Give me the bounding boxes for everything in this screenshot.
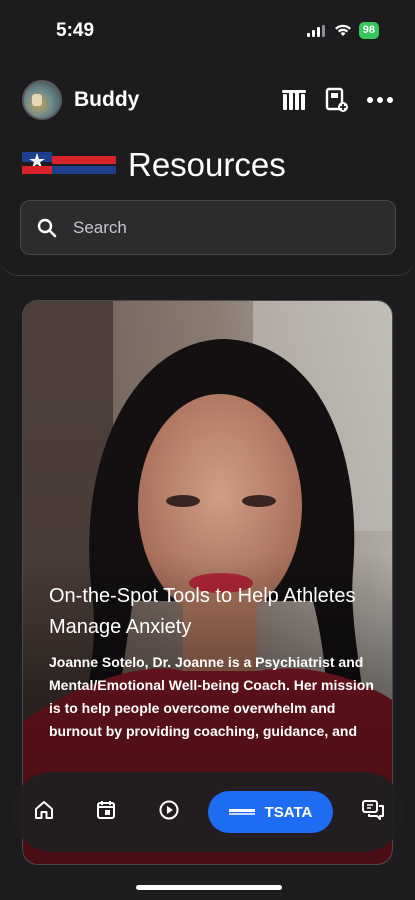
tsata-tab-logo-icon (228, 809, 255, 815)
home-indicator (136, 885, 282, 890)
search-bar[interactable] (20, 200, 396, 255)
status-icons: 98 (306, 22, 379, 39)
username: Buddy (74, 88, 140, 111)
battery-indicator: 98 (358, 22, 379, 39)
header: 5:49 98 Buddy Resources Search (0, 0, 415, 276)
page-title: Resources (128, 146, 286, 183)
document-add-icon[interactable] (325, 87, 349, 113)
wifi-icon (334, 24, 351, 36)
avatar[interactable] (22, 80, 62, 120)
card-title: On-the-Spot Tools to Help Athletes Manag… (49, 585, 356, 638)
tsata-logo (22, 152, 116, 174)
chat-icon[interactable] (362, 800, 384, 820)
bottom-tab-bar: TSATA (12, 772, 404, 852)
home-icon[interactable] (34, 800, 54, 820)
search-input[interactable] (73, 217, 353, 238)
search-icon (37, 218, 57, 237)
signal-icon (306, 24, 325, 37)
card-description: Joanne Sotelo, Dr. Joanne is a Psychiatr… (49, 654, 374, 739)
more-icon[interactable] (367, 97, 393, 103)
top-actions (281, 87, 393, 113)
title-row: Resources (22, 146, 286, 184)
status-bar: 5:49 98 (0, 0, 415, 62)
tab-tsata-label: TSATA (264, 803, 313, 821)
status-time: 5:49 (56, 20, 95, 41)
tab-tsata[interactable]: TSATA (208, 791, 333, 833)
calendar-icon[interactable] (96, 800, 116, 820)
play-icon[interactable] (159, 800, 179, 820)
profile-row: Buddy (22, 80, 393, 120)
shower-icon[interactable] (281, 88, 307, 112)
